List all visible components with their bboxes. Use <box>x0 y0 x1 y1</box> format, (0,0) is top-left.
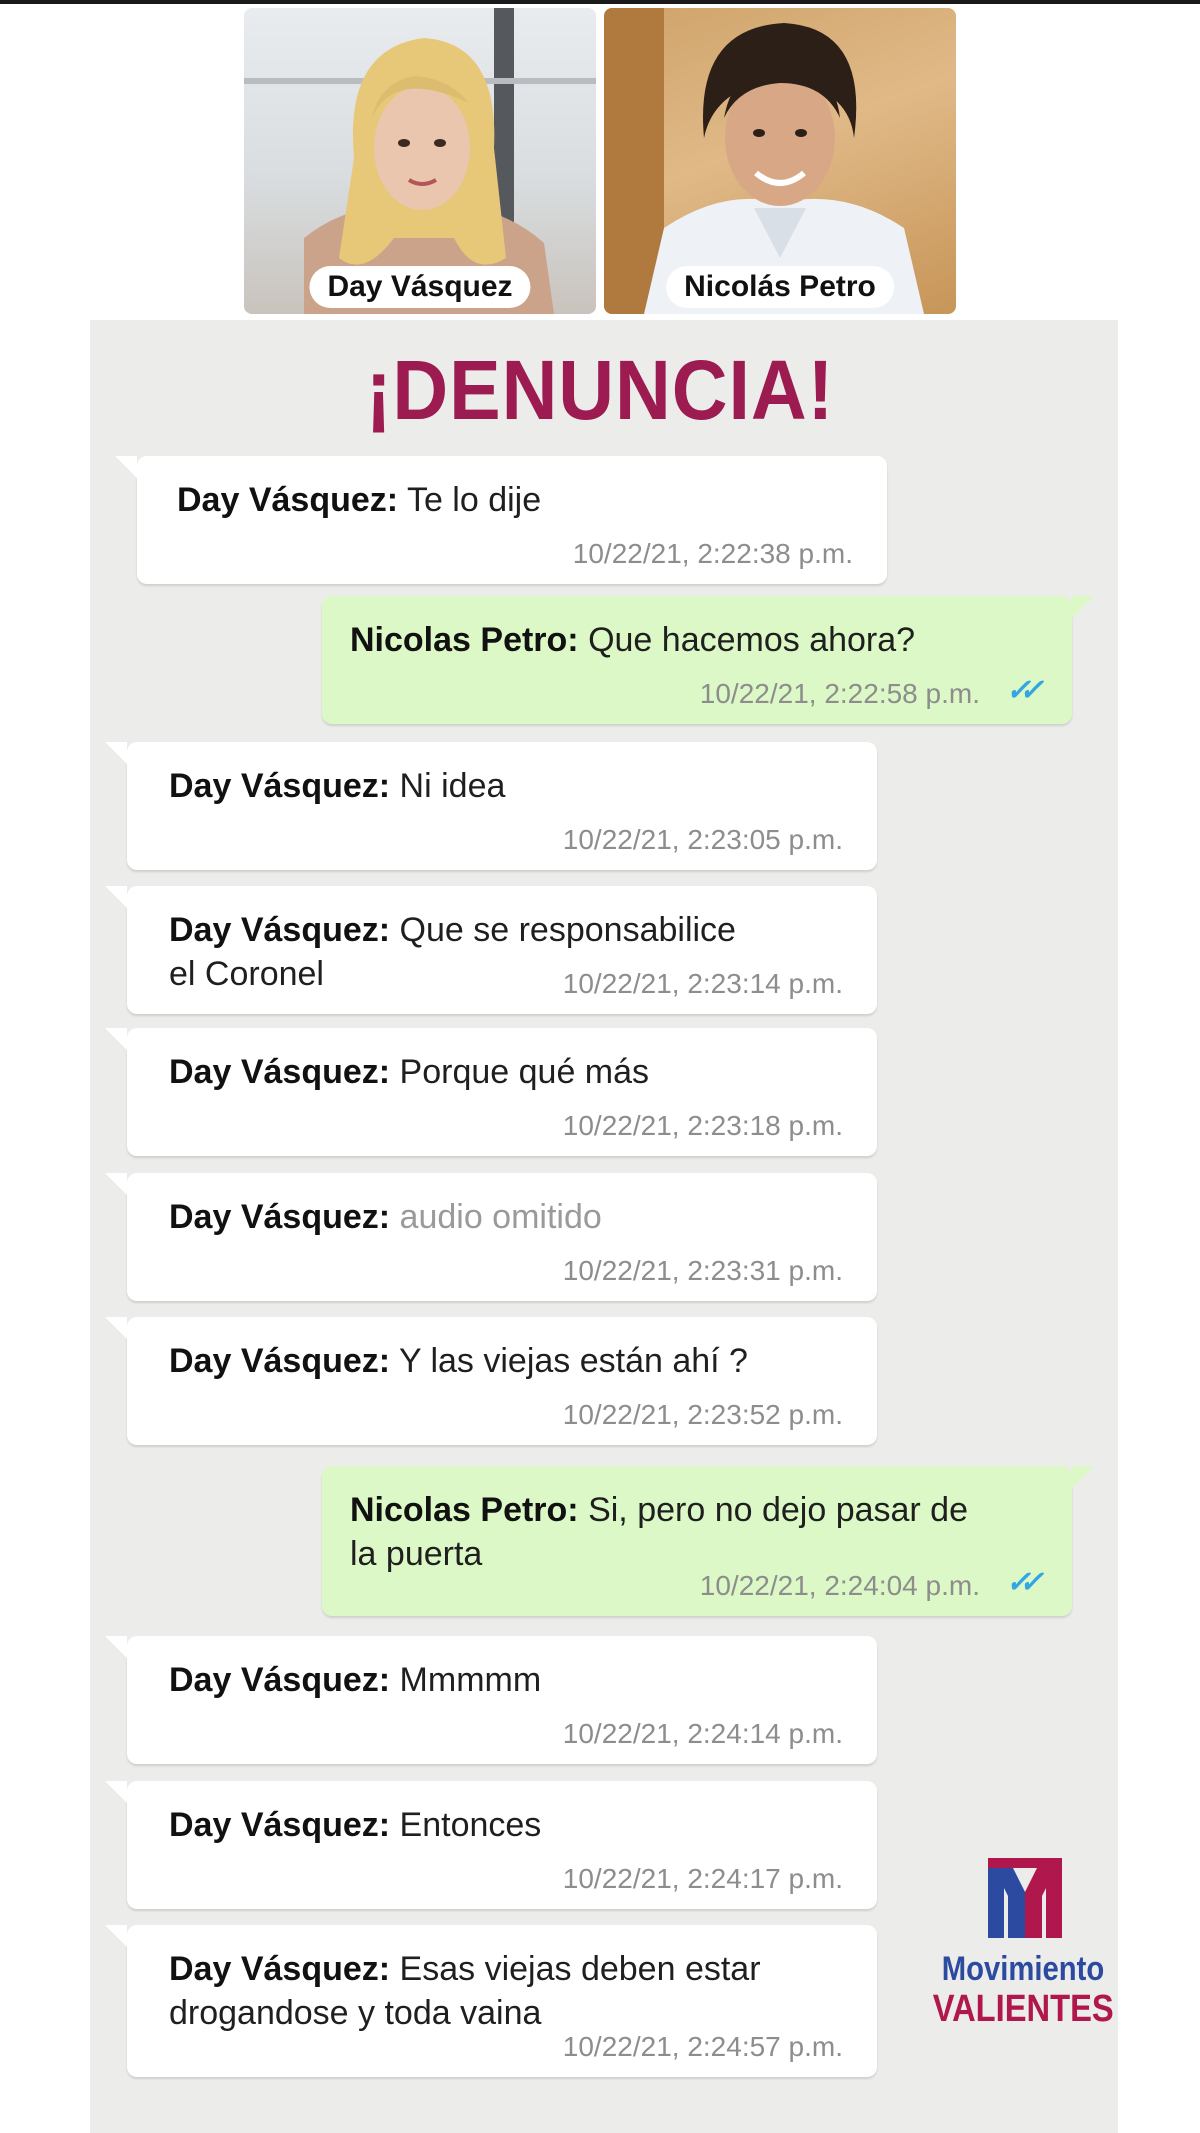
message-sender: Day Vásquez: <box>169 1950 391 1988</box>
profile-photo-day-vasquez: Day Vásquez <box>244 8 596 314</box>
message-body: Y las viejas están ahí ? <box>398 1342 748 1380</box>
profile-name-tag: Nicolás Petro <box>666 266 894 308</box>
message-text: Day Vásquez: audio omitido <box>169 1195 837 1239</box>
message-sender: Day Vásquez: <box>169 1053 391 1091</box>
message-bubble-incoming[interactable]: Day Vásquez: Que se responsabilice el Co… <box>105 886 877 1014</box>
message-bubble-outgoing[interactable]: Nicolas Petro: Si, pero no dejo pasar de… <box>322 1466 1094 1616</box>
m-logo-icon <box>988 1858 1062 1938</box>
message-timestamp: 10/22/21, 2:22:38 p.m. <box>572 538 853 569</box>
message-bubble-outgoing[interactable]: Nicolas Petro: Que hacemos ahora? 10/22/… <box>322 596 1094 724</box>
message-body: Ni idea <box>399 767 506 805</box>
message-body-line2: el Coronel <box>169 955 324 993</box>
message-text: Nicolas Petro: Si, pero no dejo pasar de… <box>350 1488 1032 1576</box>
message-timestamp: 10/22/21, 2:23:31 p.m. <box>562 1255 843 1286</box>
message-timestamp: 10/22/21, 2:24:14 p.m. <box>562 1718 843 1749</box>
message-body: Que hacemos ahora? <box>588 621 916 659</box>
message-bubble-incoming[interactable]: Day Vásquez: Y las viejas están ahí ? 10… <box>105 1317 877 1445</box>
message-body: Si, pero no dejo pasar de <box>588 1491 969 1529</box>
headline: ¡DENUNCIA! <box>365 343 835 437</box>
top-border <box>0 0 1200 4</box>
message-timestamp: 10/22/21, 2:24:17 p.m. <box>562 1863 843 1894</box>
message-text: Nicolas Petro: Que hacemos ahora? <box>350 618 1032 662</box>
message-timestamp: 10/22/21, 2:23:52 p.m. <box>562 1399 843 1430</box>
double-check-read-icon: ✓✓ <box>1005 1566 1044 1599</box>
message-bubble-incoming[interactable]: Day Vásquez: Entonces 10/22/21, 2:24:17 … <box>105 1781 877 1909</box>
message-timestamp: 10/22/21, 2:24:04 p.m. <box>699 1570 980 1601</box>
message-bubble-incoming[interactable]: Day Vásquez: Ni idea 10/22/21, 2:23:05 p… <box>105 742 877 870</box>
message-timestamp: 10/22/21, 2:22:58 p.m. <box>699 678 980 709</box>
audio-omitted-label: audio omitido <box>399 1198 602 1236</box>
message-timestamp: 10/22/21, 2:23:14 p.m. <box>562 968 843 999</box>
message-sender: Day Vásquez: <box>169 767 391 805</box>
message-sender: Day Vásquez: <box>177 481 399 519</box>
message-sender: Day Vásquez: <box>169 1806 391 1844</box>
message-sender: Day Vásquez: <box>169 1198 391 1236</box>
message-bubble-incoming[interactable]: Day Vásquez: Esas viejas deben estar dro… <box>105 1925 877 2077</box>
message-text: Day Vásquez: Esas viejas deben estar dro… <box>169 1947 837 2035</box>
message-body: Entonces <box>399 1806 542 1844</box>
message-sender: Nicolas Petro: <box>350 621 579 659</box>
message-timestamp: 10/22/21, 2:23:18 p.m. <box>562 1110 843 1141</box>
message-text: Day Vásquez: Te lo dije <box>177 478 847 522</box>
movimiento-valientes-logo: Movimiento VALIENTES <box>918 1858 1128 2030</box>
message-body: Porque qué más <box>399 1053 650 1091</box>
logo-line2: VALIENTES <box>932 1988 1114 2030</box>
message-sender: Nicolas Petro: <box>350 1491 579 1529</box>
profile-name-tag: Day Vásquez <box>309 266 531 308</box>
double-check-read-icon: ✓✓ <box>1005 674 1044 707</box>
message-bubble-incoming[interactable]: Day Vásquez: Mmmmm 10/22/21, 2:24:14 p.m… <box>105 1636 877 1764</box>
message-text: Day Vásquez: Entonces <box>169 1803 837 1847</box>
message-body: Esas viejas deben estar <box>399 1950 761 1988</box>
message-body: Mmmmm <box>399 1661 542 1699</box>
message-body: Que se responsabilice <box>399 911 736 949</box>
message-sender: Day Vásquez: <box>169 911 391 949</box>
message-timestamp: 10/22/21, 2:24:57 p.m. <box>562 2031 843 2062</box>
message-text: Day Vásquez: Y las viejas están ahí ? <box>169 1339 837 1383</box>
message-body: Te lo dije <box>406 481 542 519</box>
message-text: Day Vásquez: Ni idea <box>169 764 837 808</box>
message-bubble-incoming[interactable]: Day Vásquez: Porque qué más 10/22/21, 2:… <box>105 1028 877 1156</box>
message-body-line2: la puerta <box>350 1535 483 1573</box>
message-text: Day Vásquez: Mmmmm <box>169 1658 837 1702</box>
logo-line1: Movimiento <box>941 1950 1105 1988</box>
profile-photo-nicolas-petro: Nicolás Petro <box>604 8 956 314</box>
message-timestamp: 10/22/21, 2:23:05 p.m. <box>562 824 843 855</box>
message-bubble-incoming[interactable]: Day Vásquez: Te lo dije 10/22/21, 2:22:3… <box>115 456 887 584</box>
message-text: Day Vásquez: Porque qué más <box>169 1050 837 1094</box>
message-sender: Day Vásquez: <box>169 1661 391 1699</box>
message-sender: Day Vásquez: <box>169 1342 391 1380</box>
message-bubble-incoming[interactable]: Day Vásquez: audio omitido 10/22/21, 2:2… <box>105 1173 877 1301</box>
message-body-line2: drogandose y toda vaina <box>169 1994 542 2032</box>
